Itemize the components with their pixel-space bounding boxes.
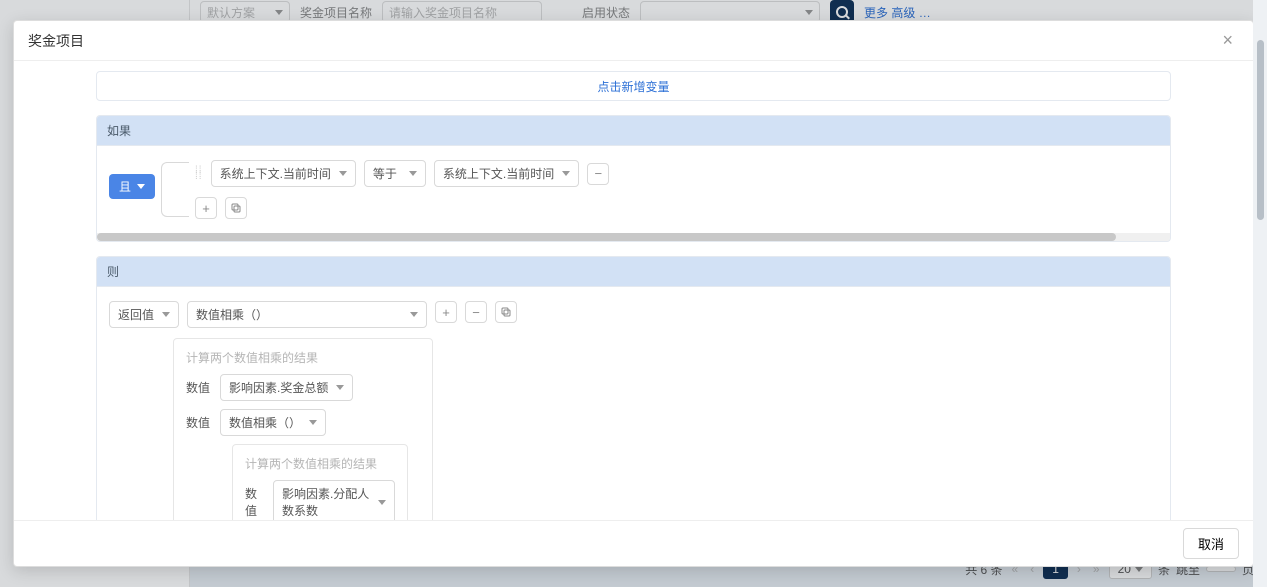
nested-value-row-2: 数值 数值相乘（） <box>186 409 420 436</box>
value-label: 数值 <box>186 414 210 431</box>
return-function-label: 数值相乘（） <box>196 306 268 323</box>
copy-icon <box>230 202 242 214</box>
page-vscrollbar[interactable] <box>1253 0 1267 587</box>
condition-bracket <box>161 162 189 217</box>
modal-body: 点击新增变量 如果 且 ⁞⁞⁞⁞ <box>14 61 1253 520</box>
value-label: 数值 <box>186 379 210 396</box>
bonus-item-modal: 奖金项目 × 点击新增变量 如果 且 <box>13 20 1254 567</box>
value1-select[interactable]: 影响因素.奖金总额 <box>220 374 353 401</box>
chevron-down-icon <box>339 171 347 176</box>
if-panel-header: 如果 <box>97 116 1170 146</box>
add-return-button[interactable]: + <box>435 301 457 323</box>
nested2-title: 计算两个数值相乘的结果 <box>245 455 395 472</box>
then-result-panel: 则 返回值 数值相乘（） + − <box>96 256 1171 520</box>
add-condition-button[interactable]: + <box>195 197 217 219</box>
chevron-down-icon <box>562 171 570 176</box>
vscroll-thumb[interactable] <box>1257 40 1264 220</box>
value2-select[interactable]: 数值相乘（） <box>220 409 326 436</box>
chevron-down-icon <box>309 420 317 425</box>
chevron-down-icon <box>378 500 386 505</box>
return-function-select[interactable]: 数值相乘（） <box>187 301 427 328</box>
condition-builder: 且 ⁞⁞⁞⁞ 系统上下文.当前时间 <box>109 160 1158 219</box>
condition-operator-select[interactable]: 等于 <box>364 160 426 187</box>
condition-rows: ⁞⁞⁞⁞ 系统上下文.当前时间 等于 系统上下 <box>195 160 609 219</box>
copy-return-button[interactable] <box>495 301 517 323</box>
return-row: 返回值 数值相乘（） + − <box>109 301 1158 328</box>
logical-and-chip[interactable]: 且 <box>109 174 155 199</box>
copy-icon <box>500 306 512 318</box>
condition-left-select[interactable]: 系统上下文.当前时间 <box>211 160 356 187</box>
multiply-nested-box: 计算两个数值相乘的结果 数值 影响因素.奖金总额 数值 数值相乘（） <box>173 338 433 520</box>
then-panel-body: 返回值 数值相乘（） + − 计算 <box>97 287 1170 520</box>
cancel-button[interactable]: 取消 <box>1183 528 1239 559</box>
drag-handle-icon[interactable]: ⁞⁞⁞⁞ <box>195 168 203 180</box>
close-icon[interactable]: × <box>1216 28 1239 53</box>
modal-title: 奖金项目 <box>28 31 84 51</box>
chevron-down-icon <box>336 385 344 390</box>
nested2-value-row-1: 数值 影响因素.分配人数系数 <box>245 480 395 520</box>
remove-condition-button[interactable]: − <box>587 163 609 185</box>
add-variable-bar[interactable]: 点击新增变量 <box>96 71 1171 101</box>
value2-label: 数值相乘（） <box>229 414 301 431</box>
value2a-select[interactable]: 影响因素.分配人数系数 <box>273 480 395 520</box>
if-panel-body: 且 ⁞⁞⁞⁞ 系统上下文.当前时间 <box>97 146 1170 233</box>
if-condition-panel: 如果 且 ⁞⁞⁞⁞ 系统上下文.当前时间 <box>96 115 1171 242</box>
return-value-select[interactable]: 返回值 <box>109 301 179 328</box>
if-panel-hscroll[interactable] <box>97 233 1170 241</box>
nested-value-row-1: 数值 影响因素.奖金总额 <box>186 374 420 401</box>
condition-right-label: 系统上下文.当前时间 <box>443 165 554 182</box>
and-chip-label: 且 <box>119 178 131 195</box>
multiply-nested-box-2: 计算两个数值相乘的结果 数值 影响因素.分配人数系数 数值 <box>232 444 408 520</box>
chevron-down-icon <box>137 184 145 189</box>
condition-op-label: 等于 <box>373 165 397 182</box>
modal-header: 奖金项目 × <box>14 21 1253 61</box>
value-label: 数值 <box>245 485 263 519</box>
chevron-down-icon <box>410 312 418 317</box>
condition-add-row: + <box>195 197 609 219</box>
condition-right-select[interactable]: 系统上下文.当前时间 <box>434 160 579 187</box>
then-panel-header: 则 <box>97 257 1170 287</box>
modal-footer: 取消 <box>14 520 1253 566</box>
condition-row: ⁞⁞⁞⁞ 系统上下文.当前时间 等于 系统上下 <box>195 160 609 187</box>
chevron-down-icon <box>409 171 417 176</box>
copy-condition-button[interactable] <box>225 197 247 219</box>
return-value-label: 返回值 <box>118 306 154 323</box>
value2a-label: 影响因素.分配人数系数 <box>282 485 370 519</box>
remove-return-button[interactable]: − <box>465 301 487 323</box>
value1-label: 影响因素.奖金总额 <box>229 379 328 396</box>
condition-left-label: 系统上下文.当前时间 <box>220 165 331 182</box>
chevron-down-icon <box>162 312 170 317</box>
nested-title: 计算两个数值相乘的结果 <box>186 349 420 366</box>
add-variable-label: 点击新增变量 <box>597 78 669 95</box>
